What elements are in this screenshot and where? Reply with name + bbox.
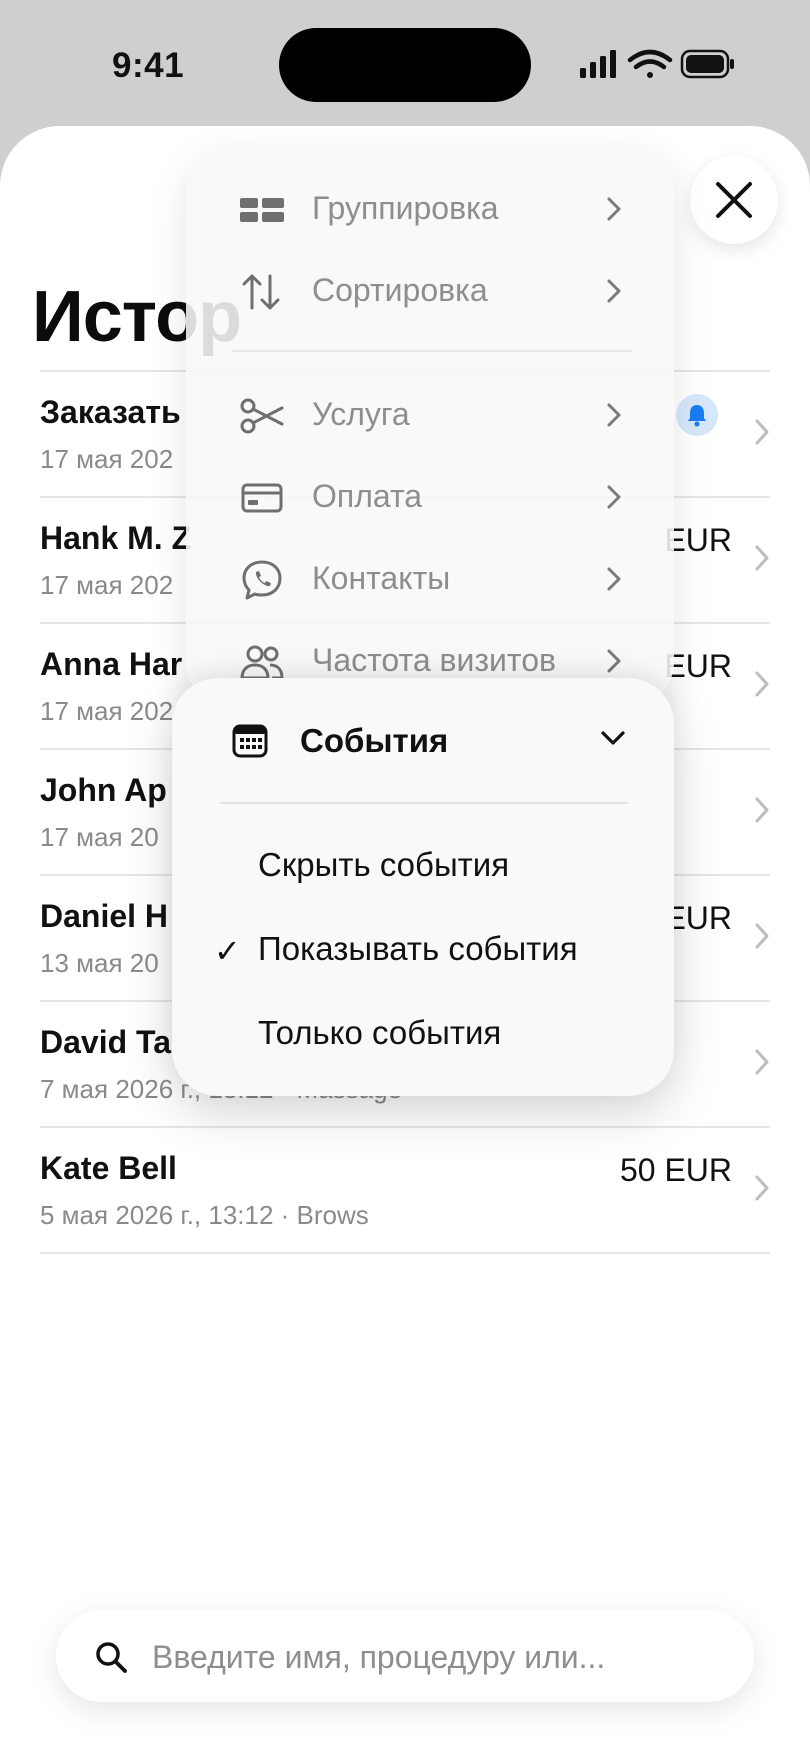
grid-icon [240,198,284,222]
wifi-icon [627,49,673,78]
card-icon [241,483,283,513]
menu-item-grouping[interactable]: Группировка [186,168,674,250]
chevron-right-icon [755,1175,769,1201]
calendar-icon [232,724,268,758]
item-price: EUR [664,648,732,684]
chevron-right-icon [755,671,769,697]
item-name: Daniel H [40,898,169,934]
status-time: 9:41 [112,46,185,85]
scissors-icon [240,398,284,434]
chevron-right-icon [755,419,769,445]
option-only-events[interactable]: Только события [172,992,674,1076]
item-meta: 17 мая 20 [40,822,159,852]
menu-item-payment[interactable]: Оплата [186,456,674,538]
chevron-right-icon [755,1049,769,1075]
item-price: 50 EUR [619,1152,732,1188]
menu-item-contacts[interactable]: Контакты [186,538,674,620]
filter-menu: Группировка Сортировка Услуга Оплата Кон… [186,148,674,708]
events-title: События [300,722,449,759]
chevron-right-icon [607,403,621,427]
item-meta: 13 мая 20 [40,948,159,978]
chevron-right-icon [607,649,621,673]
chevron-right-icon [607,567,621,591]
sort-icon [242,274,280,310]
checkmark-icon: ✓ [214,933,241,969]
menu-item-label: Частота визитов [312,642,557,678]
signal-icon [580,50,616,78]
close-button[interactable] [690,156,778,244]
item-price: EUR [664,522,732,558]
item-name: Заказать [40,394,181,430]
item-meta: 17 мая 202 [40,570,174,600]
events-submenu: События Скрыть события ✓ Показывать собы… [172,678,674,1096]
option-hide-events[interactable]: Скрыть события [172,824,674,908]
chevron-right-icon [607,279,621,303]
battery-icon [680,49,734,79]
menu-item-label: Группировка [312,190,499,226]
menu-divider [232,350,632,352]
search-bar[interactable] [56,1610,754,1704]
search-input[interactable] [150,1610,734,1704]
option-label: Скрыть события [258,846,510,883]
status-icons [580,49,734,79]
dynamic-island [279,28,531,102]
search-icon [96,1642,127,1673]
menu-item-label: Оплата [312,478,423,514]
item-price: EUR [664,900,732,936]
item-name: Anna Har [40,646,183,682]
item-name: David Ta [40,1024,171,1060]
item-name: Kate Bell [40,1150,177,1186]
chevron-right-icon [607,485,621,509]
menu-item-service[interactable]: Услуга [186,374,674,456]
menu-item-label: Сортировка [312,272,488,308]
bell-icon [688,405,706,427]
item-name: Hank M. Z [40,520,192,556]
option-label: Показывать события [258,930,578,967]
menu-item-label: Услуга [312,396,410,432]
chevron-right-icon [755,545,769,571]
events-submenu-header[interactable]: События [172,678,674,802]
item-meta: 17 мая 202 [40,696,174,726]
chevron-down-icon [601,731,625,745]
option-show-events[interactable]: ✓ Показывать события [172,908,674,992]
list-item[interactable]: Kate Bell 5 мая 2026 г., 13:12 · Brows 5… [40,1126,770,1254]
chat-phone-icon [242,560,282,600]
item-name: John Ap [40,772,167,808]
menu-item-label: Контакты [312,560,451,596]
chevron-right-icon [755,923,769,949]
chevron-right-icon [607,197,621,221]
status-bar: 9:41 [0,0,810,130]
chevron-right-icon [755,797,769,823]
submenu-divider [220,802,628,804]
menu-item-sorting[interactable]: Сортировка [186,250,674,332]
notification-badge [676,394,718,436]
close-icon [716,182,752,218]
item-meta: 17 мая 202 [40,444,174,474]
item-meta: 5 мая 2026 г., 13:12 · Brows [40,1200,369,1230]
option-label: Только события [258,1014,502,1051]
